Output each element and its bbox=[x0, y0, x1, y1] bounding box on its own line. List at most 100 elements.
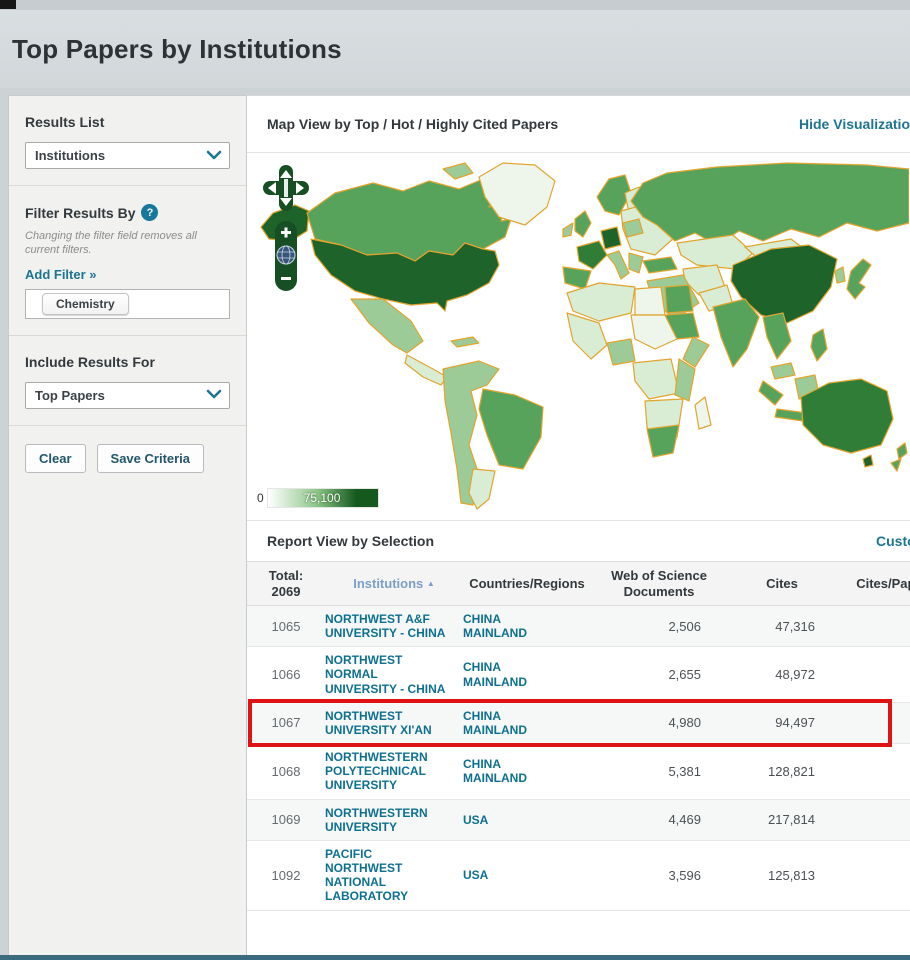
table-row: 1067NORTHWEST UNIVERSITY XI'ANCHINA MAIN… bbox=[247, 703, 910, 744]
region-congo[interactable] bbox=[633, 359, 679, 399]
documents-value: 2,655 bbox=[591, 667, 727, 682]
region-northwest-africa[interactable] bbox=[567, 283, 635, 321]
island-cuba[interactable] bbox=[451, 337, 479, 347]
clear-button[interactable]: Clear bbox=[25, 444, 86, 473]
country-malaysia[interactable] bbox=[771, 363, 795, 379]
country-turkey[interactable] bbox=[643, 257, 677, 273]
filter-section: Filter Results By ? Changing the filter … bbox=[9, 186, 246, 336]
country-label: CHINA MAINLAND bbox=[463, 709, 591, 737]
add-filter-link[interactable]: Add Filter » bbox=[25, 267, 97, 282]
country-india[interactable] bbox=[713, 299, 759, 367]
country-france[interactable] bbox=[577, 241, 607, 269]
institution-link[interactable]: PACIFIC NORTHWEST NATIONAL LABORATORY bbox=[325, 847, 463, 904]
world-map-svg bbox=[247, 153, 909, 521]
country-label: CHINA MAINLAND bbox=[463, 612, 591, 640]
chevron-down-icon bbox=[206, 147, 222, 165]
column-header-cites-per-paper[interactable]: Cites/Paper bbox=[837, 571, 910, 597]
institution-link[interactable]: NORTHWESTERN UNIVERSITY bbox=[325, 806, 463, 834]
country-south-africa[interactable] bbox=[647, 425, 679, 457]
column-header-countries[interactable]: Countries/Regions bbox=[463, 571, 591, 597]
country-ireland[interactable] bbox=[563, 223, 573, 237]
column-header-cites[interactable]: Cites bbox=[727, 571, 837, 597]
country-uk[interactable] bbox=[575, 211, 591, 237]
main-panel: Map View by Top / Hot / Highly Cited Pap… bbox=[247, 95, 910, 960]
table-row: 1066NORTHWEST NORMAL UNIVERSITY - CHINAC… bbox=[247, 647, 910, 702]
page-header: Top Papers by Institutions bbox=[0, 10, 910, 88]
island-sumatra[interactable] bbox=[759, 381, 783, 405]
country-philippines[interactable] bbox=[811, 329, 827, 361]
sort-asc-icon: ▲ bbox=[427, 579, 435, 588]
legend-min-label: 0 bbox=[257, 491, 264, 505]
country-brazil[interactable] bbox=[479, 389, 543, 469]
region-balkans[interactable] bbox=[629, 253, 643, 273]
country-australia[interactable] bbox=[801, 379, 893, 453]
country-label: USA bbox=[463, 868, 591, 882]
column-header-documents[interactable]: Web of Science Documents bbox=[591, 563, 727, 604]
include-results-section: Include Results For Top Papers bbox=[9, 336, 246, 426]
region-central-america[interactable] bbox=[405, 355, 447, 385]
results-list-section: Results List Institutions bbox=[9, 96, 246, 186]
country-russia[interactable] bbox=[631, 163, 909, 245]
customize-link[interactable]: Customize bbox=[876, 533, 910, 549]
documents-value: 5,381 bbox=[591, 764, 727, 779]
country-egypt[interactable] bbox=[665, 285, 693, 313]
total-count: Total: 2069 bbox=[247, 563, 325, 604]
cites-value: 94,497 bbox=[727, 715, 837, 730]
map-controls bbox=[263, 165, 309, 320]
save-criteria-button[interactable]: Save Criteria bbox=[97, 444, 205, 473]
page-title: Top Papers by Institutions bbox=[12, 34, 342, 65]
zoom-control bbox=[275, 221, 297, 291]
filter-results-label: Filter Results By bbox=[25, 205, 135, 221]
institution-link[interactable]: NORTHWEST NORMAL UNIVERSITY - CHINA bbox=[325, 653, 463, 695]
row-rank: 1069 bbox=[247, 812, 325, 827]
bottom-accent-strip bbox=[0, 955, 910, 960]
documents-value: 2,506 bbox=[591, 619, 727, 634]
browser-top-strip bbox=[0, 0, 910, 10]
country-spain[interactable] bbox=[563, 267, 591, 289]
table-row: 1069NORTHWESTERN UNIVERSITYUSA4,469217,8… bbox=[247, 800, 910, 841]
table-empty-space bbox=[247, 911, 910, 960]
world-choropleth-map[interactable]: 0 75,100 bbox=[247, 153, 910, 521]
country-libya[interactable] bbox=[635, 287, 665, 315]
country-japan[interactable] bbox=[847, 259, 871, 299]
country-nigeria[interactable] bbox=[607, 339, 635, 365]
filter-chip-chemistry[interactable]: Chemistry bbox=[42, 293, 129, 315]
zoom-out-button[interactable] bbox=[281, 277, 291, 280]
chevron-down-icon bbox=[206, 386, 222, 404]
country-germany[interactable] bbox=[601, 227, 621, 249]
include-results-dropdown[interactable]: Top Papers bbox=[25, 382, 230, 409]
table-row: 1092PACIFIC NORTHWEST NATIONAL LABORATOR… bbox=[247, 841, 910, 911]
institution-link[interactable]: NORTHWEST UNIVERSITY XI'AN bbox=[325, 709, 463, 737]
results-table-body: 1065NORTHWEST A&F UNIVERSITY - CHINACHIN… bbox=[247, 606, 910, 911]
map-panel-header: Map View by Top / Hot / Highly Cited Pap… bbox=[247, 96, 910, 153]
island-tasmania[interactable] bbox=[863, 455, 873, 467]
results-list-dropdown[interactable]: Institutions bbox=[25, 142, 230, 169]
hide-visualization-link[interactable]: Hide Visualization bbox=[799, 116, 910, 132]
country-italy[interactable] bbox=[607, 251, 629, 279]
institution-link[interactable]: NORTHWESTERN POLYTECHNICAL UNIVERSITY bbox=[325, 750, 463, 792]
island-madagascar[interactable] bbox=[695, 397, 711, 429]
report-panel-header: Report View by Selection Customize bbox=[247, 521, 910, 561]
column-header-institutions[interactable]: Institutions ▲ bbox=[325, 571, 463, 597]
help-icon[interactable]: ? bbox=[141, 204, 158, 221]
country-label: CHINA MAINLAND bbox=[463, 660, 591, 688]
row-rank: 1067 bbox=[247, 715, 325, 730]
institution-link[interactable]: NORTHWEST A&F UNIVERSITY - CHINA bbox=[325, 612, 463, 640]
region-horn-of-africa[interactable] bbox=[683, 337, 709, 367]
country-poland[interactable] bbox=[623, 219, 643, 237]
map-view-title: Map View by Top / Hot / Highly Cited Pap… bbox=[267, 116, 558, 132]
legend-gradient-bar: 75,100 bbox=[267, 488, 379, 508]
country-south-korea[interactable] bbox=[835, 267, 845, 283]
table-row: 1065NORTHWEST A&F UNIVERSITY - CHINACHIN… bbox=[247, 606, 910, 647]
country-mexico[interactable] bbox=[351, 299, 423, 353]
row-rank: 1068 bbox=[247, 764, 325, 779]
country-new-zealand[interactable] bbox=[891, 443, 907, 471]
legend-max-label: 75,100 bbox=[304, 491, 341, 505]
island-arctic[interactable] bbox=[443, 163, 473, 179]
globe-icon[interactable] bbox=[277, 246, 295, 264]
row-rank: 1092 bbox=[247, 868, 325, 883]
filters-sidebar: Results List Institutions Filter Results… bbox=[8, 95, 247, 960]
cites-value: 48,972 bbox=[727, 667, 837, 682]
results-list-value: Institutions bbox=[35, 148, 105, 163]
sidebar-buttons: Clear Save Criteria bbox=[9, 426, 246, 491]
